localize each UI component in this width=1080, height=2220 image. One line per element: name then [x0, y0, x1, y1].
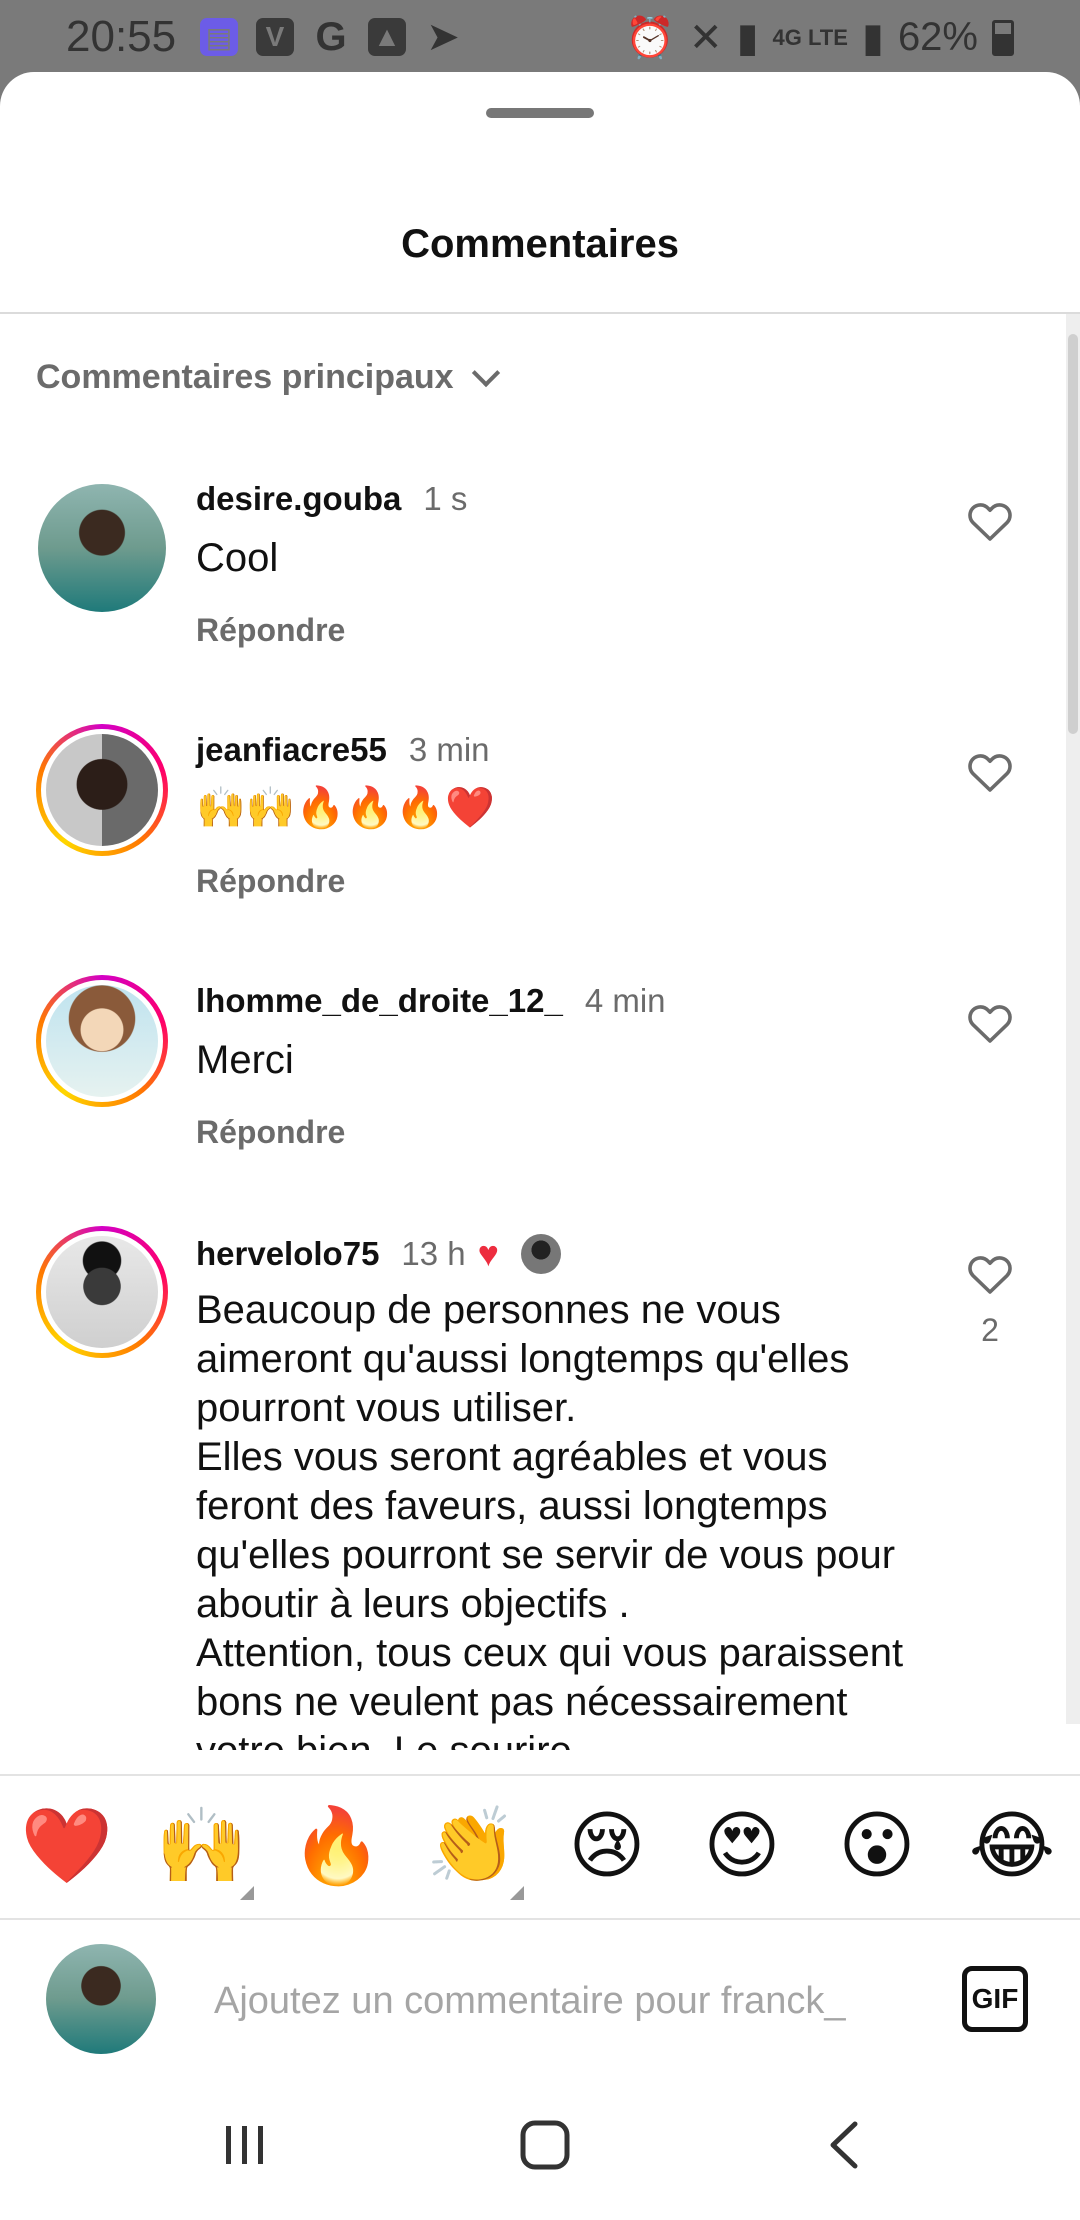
home-button[interactable]: [500, 2110, 590, 2180]
signal-icon: ▮: [736, 15, 759, 60]
reply-button[interactable]: Répondre: [196, 1114, 345, 1151]
heart-outline-icon: [968, 503, 1012, 541]
comment-username[interactable]: jeanfiacre55: [196, 731, 387, 769]
emoji-heart-eyes[interactable]: 😍: [692, 1796, 792, 1896]
google-icon: G: [315, 14, 347, 59]
telegram-icon: ➤: [426, 15, 460, 59]
comment-filter-dropdown[interactable]: Commentaires principaux: [36, 358, 500, 397]
comment-username[interactable]: desire.gouba: [196, 480, 401, 518]
comment-time: 13 h: [401, 1235, 466, 1272]
battery-level: 62%: [897, 15, 978, 59]
emoji-laughing[interactable]: 😂: [962, 1796, 1062, 1896]
drag-handle[interactable]: [486, 108, 594, 118]
comment-text: Cool: [196, 536, 279, 580]
like-button[interactable]: [962, 1245, 1018, 1301]
scrollbar-thumb[interactable]: [1068, 334, 1078, 734]
network-type: 4G LTE: [772, 24, 848, 50]
emoji-heart[interactable]: ❤️: [17, 1796, 117, 1896]
alarm-icon: ⏰: [625, 16, 675, 60]
avatar-image: [46, 734, 158, 846]
divider: [0, 312, 1080, 314]
comments-sheet: Commentaires Commentaires principaux des…: [0, 72, 1080, 2220]
current-user-avatar: [46, 1944, 156, 2054]
comment-time: 3 min: [408, 731, 490, 768]
creator-liked-heart-icon: ♥: [477, 1233, 500, 1274]
like-count[interactable]: 2: [962, 1312, 1018, 1349]
android-nav-bar: [0, 2070, 1080, 2220]
reply-button[interactable]: Répondre: [196, 612, 345, 649]
recent-apps-button[interactable]: [200, 2110, 290, 2180]
avatar-story-ring[interactable]: [36, 975, 168, 1107]
back-button[interactable]: [800, 2110, 890, 2180]
emoji-surprised[interactable]: 😮: [827, 1796, 927, 1896]
gif-button[interactable]: GIF: [962, 1966, 1028, 2032]
like-button[interactable]: [962, 743, 1018, 799]
avatar-story-ring[interactable]: [36, 724, 168, 856]
heart-outline-icon: [968, 1005, 1012, 1043]
reply-button[interactable]: Répondre: [196, 863, 345, 900]
chevron-down-icon: [471, 358, 500, 387]
emoji-reaction-bar: ❤️ 🙌 🔥 👏 😢 😍 😮 😂: [0, 1774, 1080, 1920]
calendar-icon: ▤: [200, 18, 238, 56]
avatar-image: [46, 1236, 158, 1348]
mute-icon: ✕: [689, 15, 723, 60]
emoji-crying[interactable]: 😢: [557, 1796, 657, 1896]
status-bar: 20:55 ▤ V G ▲ ➤ ⏰ ✕ ▮ 4G LTE ▮ 62%: [0, 0, 1080, 72]
like-button[interactable]: [962, 994, 1018, 1050]
gallery-icon: ▲: [368, 18, 406, 56]
heart-outline-icon: [968, 754, 1012, 792]
comment-text: 🙌🙌🔥🔥🔥❤️: [196, 785, 495, 831]
skin-tone-indicator: [510, 1886, 524, 1900]
system-icons: ⏰ ✕ ▮ 4G LTE ▮ 62%: [625, 14, 1014, 61]
comment-input[interactable]: [214, 1966, 914, 2036]
status-time: 20:55: [66, 12, 177, 61]
home-icon: [520, 2120, 570, 2170]
creator-avatar-mini: [521, 1234, 562, 1274]
avatar-image: [46, 985, 158, 1097]
heart-outline-icon: [968, 1256, 1012, 1294]
comment-username[interactable]: hervelolo75: [196, 1235, 379, 1273]
emoji-clapping[interactable]: 👏: [422, 1796, 522, 1896]
comment-text: Beaucoup de personnes ne vous aimeront q…: [196, 1288, 904, 1750]
emoji-raising-hands[interactable]: 🙌: [152, 1796, 252, 1896]
avatar-image: [38, 484, 166, 612]
notification-icons: ▤ V G ▲ ➤: [200, 14, 462, 59]
comment-time: 1 s: [423, 480, 468, 517]
emoji-fire[interactable]: 🔥: [287, 1796, 387, 1896]
signal-icon-2: ▮: [861, 15, 884, 60]
avatar[interactable]: [36, 482, 168, 614]
comment-composer: GIF: [0, 1922, 1080, 2072]
skin-tone-indicator: [240, 1886, 254, 1900]
battery-icon: [992, 19, 1014, 56]
v-app-icon: V: [256, 18, 294, 56]
comment-time: 4 min: [584, 982, 666, 1019]
filter-label: Commentaires principaux: [36, 358, 454, 396]
avatar-story-ring[interactable]: [36, 1226, 168, 1358]
recent-apps-icon: [226, 2126, 263, 2164]
like-button[interactable]: [962, 492, 1018, 548]
comment-text: Merci: [196, 1038, 294, 1082]
sheet-title: Commentaires: [401, 222, 679, 266]
comment-username[interactable]: lhomme_de_droite_12_: [196, 982, 563, 1020]
back-icon: [830, 2121, 858, 2169]
